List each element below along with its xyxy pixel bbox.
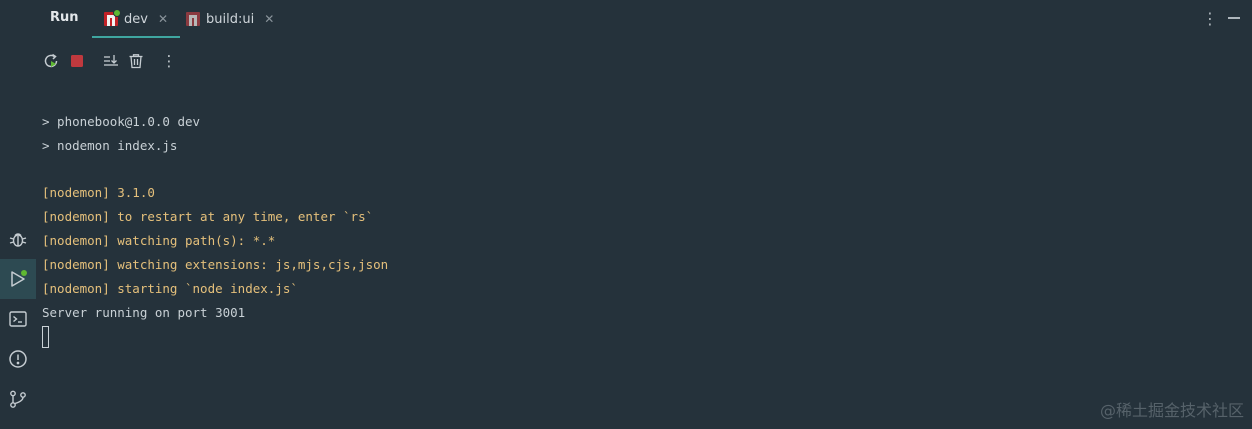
run-toolbar: ⋮ [36, 46, 1252, 76]
more-vertical-icon[interactable]: ⋮ [158, 50, 180, 72]
rerun-icon [44, 53, 58, 68]
terminal-tool-button[interactable] [0, 299, 36, 339]
clear-all-button[interactable] [125, 50, 147, 72]
close-icon[interactable]: ✕ [158, 12, 168, 26]
console-line: [nodemon] 3.1.0 [42, 185, 155, 200]
stop-button[interactable] [66, 50, 88, 72]
running-indicator [113, 9, 121, 17]
problems-icon [9, 350, 27, 368]
debug-tool-button[interactable] [0, 219, 36, 259]
more-options-icon[interactable]: ⋮ [1202, 9, 1218, 28]
console-line: [nodemon] starting `node index.js` [42, 281, 298, 296]
console-line: [nodemon] watching path(s): *.* [42, 233, 276, 248]
run-tool-button[interactable] [0, 259, 36, 299]
console-line: > phonebook@1.0.0 dev [42, 114, 201, 129]
rerun-button[interactable] [40, 50, 62, 72]
problems-tool-button[interactable] [0, 339, 36, 379]
watermark: @稀土掘金技术社区 [1099, 401, 1244, 420]
git-icon [10, 390, 26, 408]
tab-build-ui-label: build:ui [206, 11, 255, 27]
run-icon [11, 270, 27, 287]
tool-window-sidebar [0, 0, 36, 429]
console-line: [nodemon] watching extensions: js,mjs,cj… [42, 257, 389, 272]
debug-icon [9, 233, 27, 247]
console-line: Server running on port 3001 [42, 305, 246, 320]
input-cursor[interactable] [42, 326, 49, 348]
close-icon[interactable]: ✕ [264, 12, 274, 26]
console-line: > nodemon index.js [42, 138, 178, 153]
run-tab-bar: Run dev ✕ build:ui ✕ ⋮ [36, 0, 1252, 38]
clear-all-icon [129, 54, 143, 69]
npm-icon [104, 9, 121, 26]
stop-icon [71, 55, 83, 67]
scroll-to-end-button[interactable] [100, 50, 122, 72]
tab-build-ui[interactable]: build:ui ✕ [186, 0, 274, 38]
npm-icon [186, 12, 200, 26]
git-tool-button[interactable] [0, 379, 36, 419]
run-tool-window-title: Run [50, 10, 79, 25]
terminal-icon [9, 311, 27, 327]
tab-dev-label: dev [124, 11, 148, 27]
minimize-icon[interactable] [1228, 17, 1240, 19]
console-output[interactable]: > phonebook@1.0.0 dev > nodemon index.js… [42, 110, 1242, 348]
scroll-to-end-icon [104, 55, 118, 66]
console-line: [nodemon] to restart at any time, enter … [42, 209, 374, 224]
tab-dev[interactable]: dev ✕ [92, 0, 181, 38]
